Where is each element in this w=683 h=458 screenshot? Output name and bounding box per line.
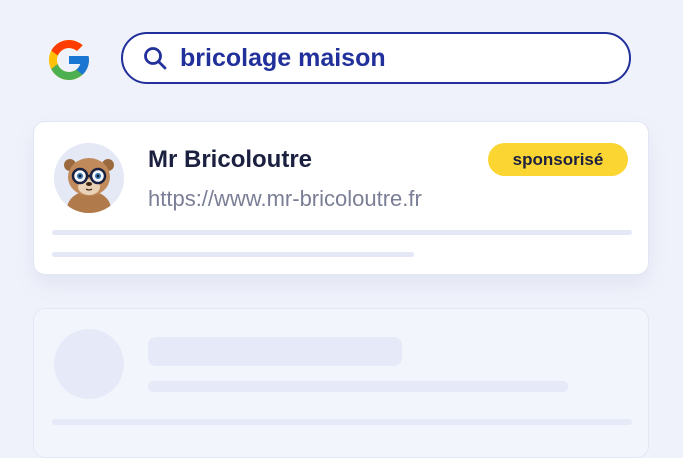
otter-avatar-icon (54, 143, 124, 213)
search-icon[interactable] (142, 45, 168, 71)
search-bar[interactable]: bricolage maison (121, 32, 631, 84)
sponsored-badge: sponsorisé (488, 143, 628, 176)
placeholder-line (148, 381, 568, 392)
result-url[interactable]: https://www.mr-bricoloutre.fr (148, 186, 422, 212)
result-title[interactable]: Mr Bricoloutre (148, 146, 312, 174)
placeholder-line (52, 419, 632, 425)
placeholder-result-card (33, 308, 649, 458)
snippet-line (52, 252, 414, 257)
google-logo-icon (49, 40, 89, 80)
placeholder-avatar (54, 329, 124, 399)
search-query[interactable]: bricolage maison (180, 44, 386, 73)
search-result-card[interactable]: Mr Bricoloutre https://www.mr-bricoloutr… (33, 121, 649, 275)
snippet-line (52, 230, 632, 235)
placeholder-title (148, 337, 402, 366)
